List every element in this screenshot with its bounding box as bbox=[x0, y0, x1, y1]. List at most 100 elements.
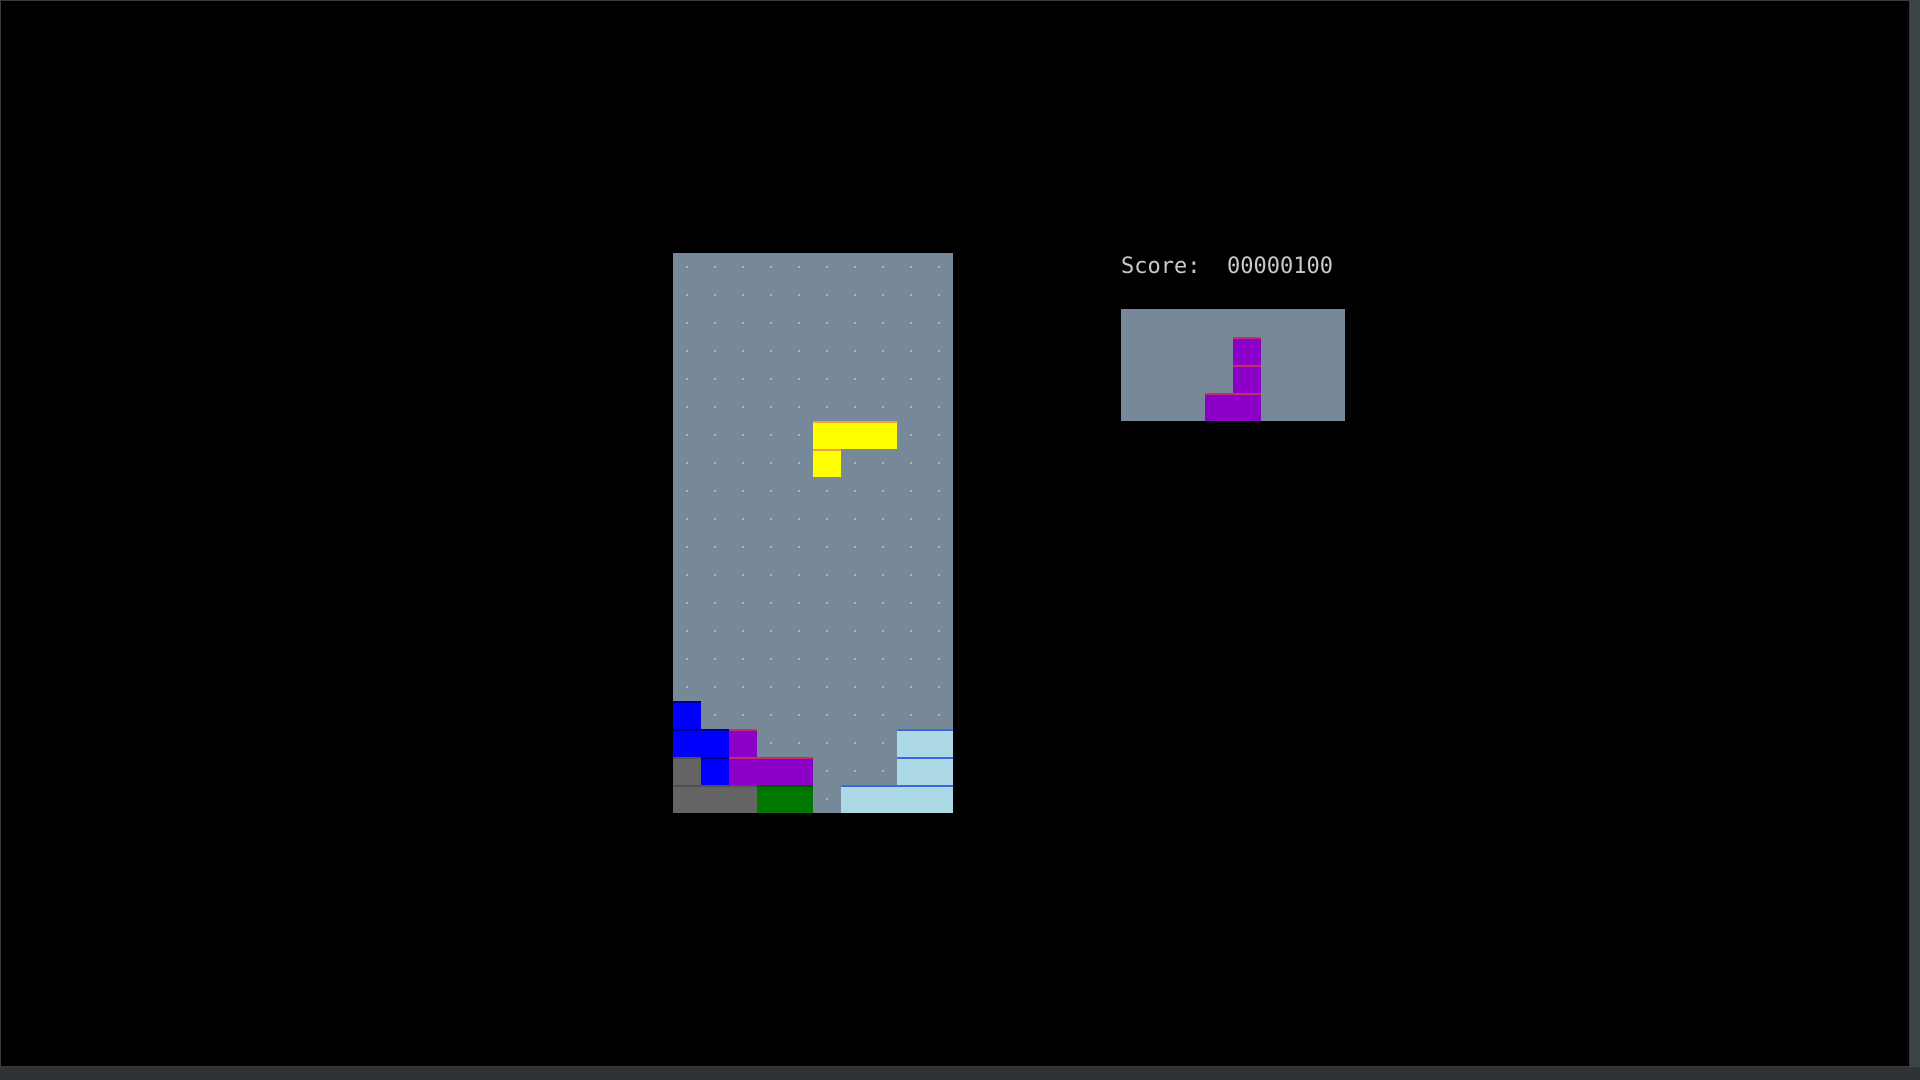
grid-dot bbox=[714, 546, 716, 548]
grid-dot bbox=[826, 546, 828, 548]
grid-dot bbox=[854, 714, 856, 716]
grid-dot bbox=[882, 294, 884, 296]
grid-dot bbox=[742, 406, 744, 408]
grid-dot bbox=[686, 266, 688, 268]
grid-dot bbox=[910, 574, 912, 576]
grid-dot bbox=[770, 378, 772, 380]
locked-block bbox=[701, 729, 729, 757]
grid-dot bbox=[882, 686, 884, 688]
grid-dot bbox=[938, 518, 940, 520]
grid-dot bbox=[910, 518, 912, 520]
grid-dot bbox=[798, 490, 800, 492]
game-board[interactable] bbox=[673, 253, 953, 813]
grid-dot bbox=[742, 714, 744, 716]
grid-dot bbox=[854, 574, 856, 576]
grid-dot bbox=[882, 490, 884, 492]
grid-dot bbox=[686, 462, 688, 464]
grid-dot bbox=[714, 406, 716, 408]
grid-dot bbox=[798, 574, 800, 576]
grid-dot bbox=[854, 770, 856, 772]
grid-dot bbox=[882, 742, 884, 744]
grid-dot bbox=[714, 630, 716, 632]
grid-dot bbox=[798, 686, 800, 688]
grid-dot bbox=[714, 378, 716, 380]
next-piece-block bbox=[1233, 393, 1261, 421]
grid-dot bbox=[770, 602, 772, 604]
grid-dot bbox=[798, 406, 800, 408]
grid-dot bbox=[910, 378, 912, 380]
active-piece-block bbox=[813, 421, 841, 449]
grid-dot bbox=[714, 322, 716, 324]
locked-block bbox=[673, 729, 701, 757]
grid-dot bbox=[798, 434, 800, 436]
grid-dot bbox=[686, 378, 688, 380]
grid-dot bbox=[714, 350, 716, 352]
grid-dot bbox=[854, 518, 856, 520]
next-piece-block bbox=[1233, 337, 1261, 365]
grid-dot bbox=[714, 518, 716, 520]
grid-dot bbox=[882, 574, 884, 576]
active-piece-block bbox=[841, 421, 869, 449]
grid-dot bbox=[714, 266, 716, 268]
grid-dot bbox=[938, 602, 940, 604]
grid-dot bbox=[854, 686, 856, 688]
grid-dot bbox=[686, 294, 688, 296]
next-piece-preview bbox=[1121, 309, 1345, 421]
window-edge-bottom bbox=[0, 1067, 1920, 1080]
grid-dot bbox=[742, 630, 744, 632]
grid-dot bbox=[742, 658, 744, 660]
grid-dot bbox=[770, 322, 772, 324]
grid-dot bbox=[714, 658, 716, 660]
grid-dot bbox=[938, 434, 940, 436]
grid-dot bbox=[742, 266, 744, 268]
game-window bbox=[0, 0, 1910, 1067]
grid-dot bbox=[910, 266, 912, 268]
locked-block bbox=[785, 757, 813, 785]
grid-dot bbox=[938, 490, 940, 492]
grid-dot bbox=[882, 350, 884, 352]
grid-dot bbox=[826, 574, 828, 576]
grid-dot bbox=[938, 658, 940, 660]
grid-dot bbox=[714, 574, 716, 576]
active-piece-block bbox=[869, 421, 897, 449]
grid-dot bbox=[938, 294, 940, 296]
grid-dot bbox=[770, 658, 772, 660]
grid-dot bbox=[854, 546, 856, 548]
grid-dot bbox=[854, 602, 856, 604]
grid-dot bbox=[826, 630, 828, 632]
grid-dot bbox=[686, 546, 688, 548]
grid-dot bbox=[742, 378, 744, 380]
grid-dot bbox=[938, 714, 940, 716]
grid-dot bbox=[882, 770, 884, 772]
grid-dot bbox=[798, 518, 800, 520]
locked-block bbox=[673, 785, 701, 813]
grid-dot bbox=[742, 322, 744, 324]
grid-dot bbox=[798, 714, 800, 716]
grid-dot bbox=[826, 742, 828, 744]
locked-block bbox=[869, 785, 897, 813]
grid-dot bbox=[882, 406, 884, 408]
grid-dot bbox=[882, 714, 884, 716]
grid-dot bbox=[910, 602, 912, 604]
locked-block bbox=[729, 785, 757, 813]
grid-dot bbox=[882, 630, 884, 632]
grid-dot bbox=[938, 406, 940, 408]
grid-dot bbox=[686, 658, 688, 660]
score-display: Score: 00000100 bbox=[1121, 252, 1333, 282]
grid-dot bbox=[770, 574, 772, 576]
grid-dot bbox=[910, 714, 912, 716]
grid-dot bbox=[686, 686, 688, 688]
grid-dot bbox=[826, 518, 828, 520]
grid-dot bbox=[938, 574, 940, 576]
grid-dot bbox=[686, 350, 688, 352]
grid-dot bbox=[770, 490, 772, 492]
grid-dot bbox=[770, 406, 772, 408]
grid-dot bbox=[798, 266, 800, 268]
locked-block bbox=[701, 757, 729, 785]
locked-block bbox=[673, 757, 701, 785]
next-piece-block bbox=[1205, 393, 1233, 421]
grid-dot bbox=[854, 322, 856, 324]
grid-dot bbox=[742, 686, 744, 688]
grid-dot bbox=[938, 630, 940, 632]
grid-dot bbox=[742, 434, 744, 436]
